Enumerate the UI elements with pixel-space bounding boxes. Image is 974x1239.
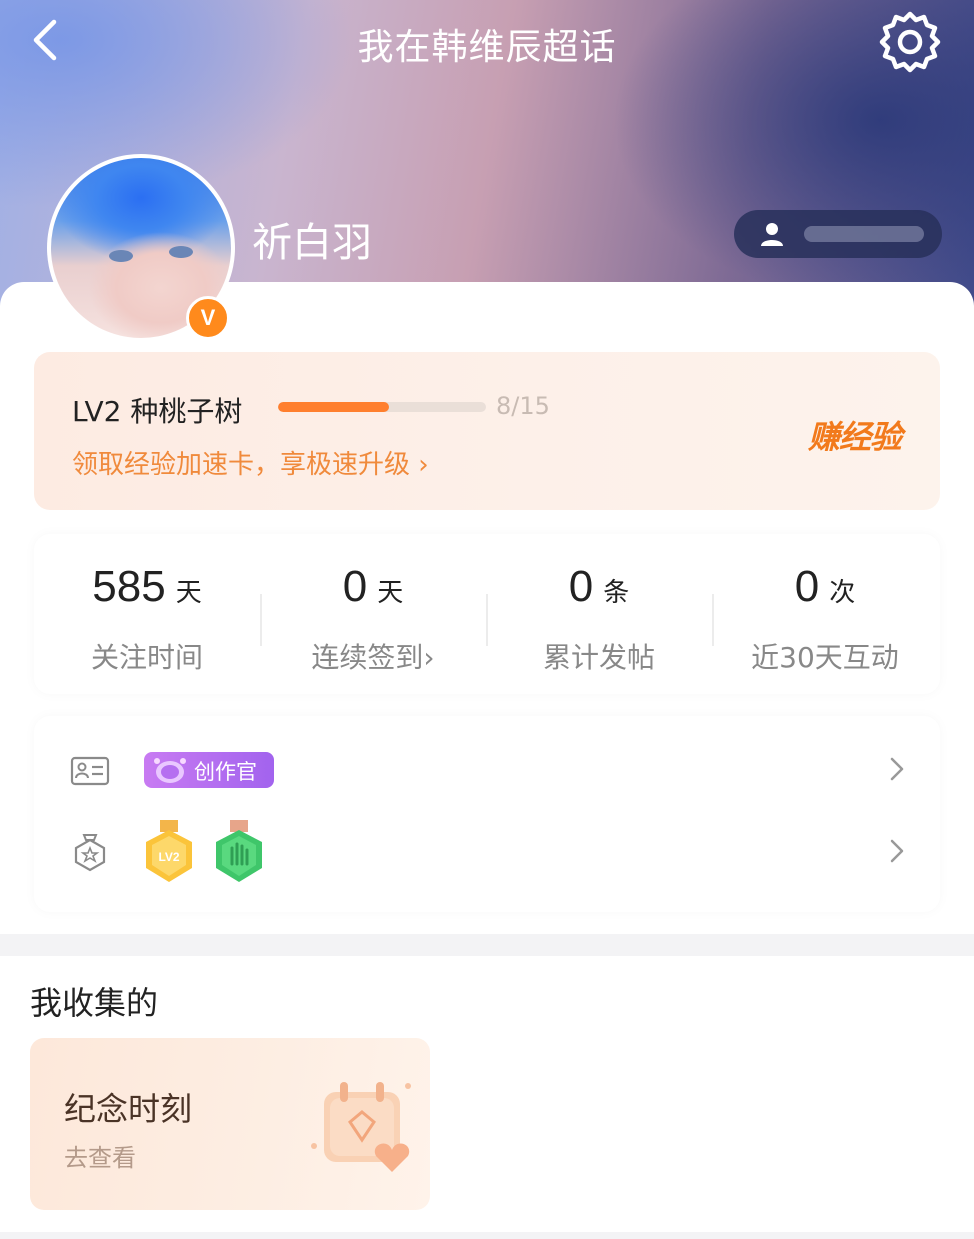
stat-interactions-30d: 0次 近30天互动 [712, 534, 938, 694]
gear-icon [879, 11, 941, 73]
medal-label: LV2 [158, 850, 179, 864]
stat-label: 近30天互动 [751, 641, 899, 674]
user-icon [761, 223, 783, 246]
stat-value: 0 [568, 562, 594, 611]
stat-label: 关注时间 [90, 641, 203, 674]
chevron-right-icon [890, 839, 904, 863]
stat-unit: 次 [829, 578, 856, 608]
earn-experience-button[interactable]: 赚经验 [808, 412, 902, 458]
stat-follow-time: 585 天 关注时间 [34, 534, 260, 694]
stat-total-posts: 0条 累计发帖 [486, 534, 712, 694]
level-card[interactable]: LV2 种桃子树 8/15 领取经验加速卡，享极速升级 › 赚经验 [34, 352, 940, 510]
avatar-eye [109, 250, 133, 262]
medal-icon [74, 834, 106, 872]
hand-medal-icon [216, 820, 262, 882]
creator-tag: 创作官 [144, 752, 274, 788]
stat-unit: 天 [377, 578, 404, 608]
level-progress-text: 8/15 [496, 392, 550, 420]
id-card-icon [70, 756, 110, 786]
chevron-right-icon [890, 757, 904, 781]
user-pill-button[interactable] [734, 210, 942, 258]
stat-unit: 条 [603, 578, 630, 608]
calendar-heart-icon [311, 1082, 411, 1172]
stat-label: 累计发帖 [542, 641, 655, 674]
stat-label: 连续签到› [311, 641, 435, 674]
section-title: 我收集的 [30, 984, 159, 1022]
top-bar: 我在韩维辰超话 [0, 0, 974, 86]
settings-button[interactable] [876, 8, 944, 76]
verified-badge: V [186, 296, 230, 340]
card-title: 纪念时刻 [64, 1090, 193, 1128]
creator-tag-label: 创作官 [194, 760, 257, 784]
stat-checkin-streak[interactable]: 0天 连续签到› [260, 534, 486, 694]
badges-card: 创作官 LV2 [34, 716, 940, 912]
level-promo-link[interactable]: 领取经验加速卡，享极速升级 › [72, 444, 429, 481]
creator-mascot-icon [154, 758, 186, 783]
avatar-eye [169, 246, 193, 258]
lv2-medal-icon: LV2 [146, 820, 192, 882]
collection-section: 我收集的 纪念时刻 去查看 [0, 956, 974, 1232]
identity-row[interactable]: 创作官 [34, 734, 940, 804]
level-label: LV2 种桃子树 [72, 395, 243, 428]
stat-unit: 天 [175, 578, 202, 608]
memorial-moments-card[interactable]: 纪念时刻 去查看 [30, 1038, 430, 1210]
level-progress-fill [278, 402, 389, 412]
stat-value: 0 [342, 562, 368, 611]
view-link[interactable]: 去查看 [64, 1138, 136, 1173]
username: 祈白羽 [252, 220, 372, 266]
stat-value: 0 [794, 562, 820, 611]
stats-card: 585 天 关注时间 0天 连续签到› 0条 累计发帖 0次 近30天互动 [34, 534, 940, 694]
blurred-user-info [804, 226, 924, 242]
page-title: 我在韩维辰超话 [357, 27, 617, 68]
level-progress-bar [278, 402, 486, 412]
stat-value: 585 [92, 562, 166, 611]
medals-row[interactable]: LV2 [34, 816, 940, 886]
